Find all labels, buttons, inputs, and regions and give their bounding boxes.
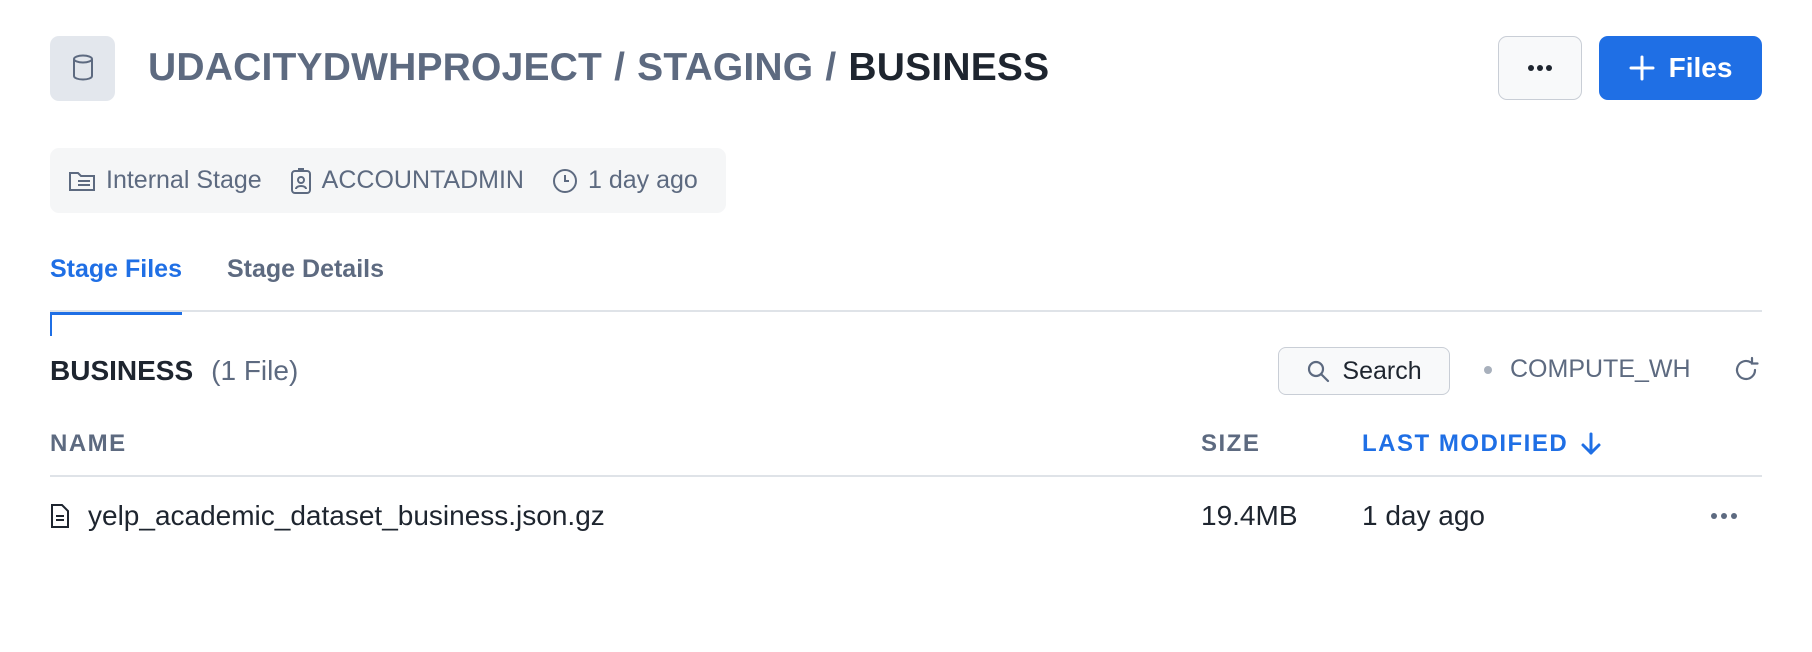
breadcrumb-database[interactable]: UDACITYDWHPROJECT <box>148 46 602 90</box>
arrow-down-icon <box>1581 432 1601 455</box>
warehouse-name: COMPUTE_WH <box>1510 355 1691 383</box>
stage-type: Internal Stage <box>68 166 262 195</box>
column-header-name[interactable]: NAME <box>50 430 127 458</box>
search-icon <box>1308 360 1330 383</box>
add-files-label: Files <box>1668 52 1733 83</box>
database-icon <box>50 35 115 101</box>
focus-marker <box>50 312 52 336</box>
column-header-size[interactable]: SIZE <box>1201 430 1260 458</box>
stage-owner: ACCOUNTADMIN <box>290 166 524 195</box>
clock-icon <box>552 168 577 193</box>
page-header: UDACITYDWHPROJECT / STAGING / BUSINESS F… <box>50 35 1762 101</box>
more-actions-button[interactable] <box>1498 36 1582 100</box>
breadcrumb-schema[interactable]: STAGING <box>637 46 813 90</box>
file-count: (1 File) <box>211 355 299 386</box>
stage-created: 1 day ago <box>552 166 698 195</box>
ellipsis-icon <box>1528 65 1552 71</box>
warehouse-selector[interactable]: COMPUTE_WH <box>1484 355 1691 384</box>
file-name[interactable]: yelp_academic_dataset_business.json.gz <box>88 500 605 532</box>
refresh-icon <box>1735 356 1759 381</box>
file-name-cell: yelp_academic_dataset_business.json.gz <box>50 500 605 532</box>
column-header-last-modified[interactable]: LAST MODIFIED <box>1362 430 1602 458</box>
breadcrumb: UDACITYDWHPROJECT / STAGING / BUSINESS <box>148 46 1049 90</box>
file-size: 19.4MB <box>1201 500 1298 531</box>
column-header-last-modified-label: LAST MODIFIED <box>1362 430 1569 457</box>
row-actions-button[interactable] <box>1704 500 1744 532</box>
search-button[interactable]: Search <box>1278 347 1450 395</box>
file-icon <box>51 504 69 528</box>
user-badge-icon <box>290 167 311 194</box>
warehouse-status-dot <box>1484 365 1492 374</box>
tab-stage-details[interactable]: Stage Details <box>227 255 384 312</box>
add-files-button[interactable]: Files <box>1599 36 1762 100</box>
breadcrumb-separator: / <box>825 46 837 89</box>
folder-stage-icon <box>69 171 95 191</box>
tab-stage-files[interactable]: Stage Files <box>50 255 182 315</box>
section-title: BUSINESS (1 File) <box>50 355 298 387</box>
plus-icon <box>1629 55 1655 81</box>
file-last-modified: 1 day ago <box>1362 500 1485 531</box>
refresh-button[interactable] <box>1730 354 1762 386</box>
table-divider <box>50 475 1762 477</box>
breadcrumb-stage: BUSINESS <box>848 46 1050 89</box>
table-row[interactable]: yelp_academic_dataset_business.json.gz 1… <box>50 478 1762 554</box>
stage-meta-bar: Internal Stage ACCOUNTADMIN 1 day ago <box>50 148 726 213</box>
section-name: BUSINESS <box>50 355 194 386</box>
tab-bar: Stage Files Stage Details <box>50 255 1762 315</box>
search-label: Search <box>1342 356 1422 385</box>
ellipsis-icon <box>1711 513 1737 519</box>
breadcrumb-separator: / <box>614 46 626 89</box>
